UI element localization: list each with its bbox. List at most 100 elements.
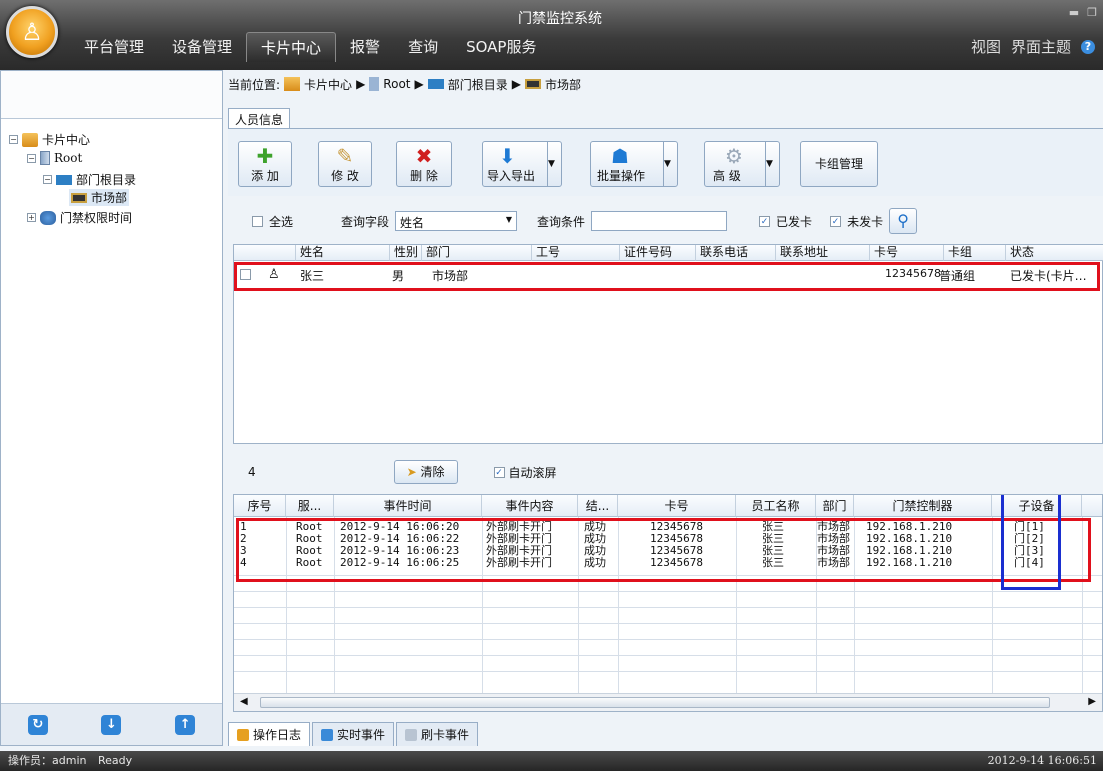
column-header-dept[interactable]: 部门: [816, 495, 854, 517]
query-field-value: 姓名: [400, 216, 425, 230]
collapse-icon[interactable]: −: [27, 153, 36, 163]
column-header-group[interactable]: 卡组: [944, 245, 1006, 261]
person-table: 姓名 性别 部门 工号 证件号码 联系电话 联系地址 卡号 卡组 状态 ♙ 张三…: [233, 244, 1103, 444]
import-label: 导入导出: [487, 169, 536, 183]
arrow-down-icon[interactable]: ↓: [101, 714, 122, 735]
app-logo[interactable]: ♙: [6, 6, 58, 58]
tree-label: 卡片中心: [42, 133, 91, 147]
restore-icon[interactable]: ❐: [1087, 6, 1097, 19]
column-header-card[interactable]: 卡号: [870, 245, 944, 261]
tab-swipe-events[interactable]: 刷卡事件: [396, 722, 479, 746]
tree-label: Root: [54, 151, 83, 165]
column-header-content[interactable]: 事件内容: [482, 495, 578, 517]
tab-label: 操作日志: [253, 727, 302, 742]
column-header-name[interactable]: 姓名: [296, 245, 390, 261]
not-issued-checkbox[interactable]: ✓: [830, 215, 842, 227]
advanced-button[interactable]: ⚙ 高 级 ▼: [704, 141, 780, 187]
card-group-button[interactable]: 卡组管理: [800, 141, 878, 187]
clear-button[interactable]: ➤ 清除: [393, 460, 458, 484]
tab-realtime-events[interactable]: 实时事件: [312, 722, 395, 746]
server-icon: [369, 77, 380, 91]
access-time-icon: [40, 210, 56, 225]
dropdown-arrow-icon[interactable]: ▼: [547, 142, 561, 186]
delete-button[interactable]: ✖ 删 除: [396, 141, 452, 187]
dropdown-arrow-icon[interactable]: ▼: [765, 142, 779, 186]
horizontal-scrollbar[interactable]: ◀ ▶: [234, 693, 1102, 711]
query-field-select[interactable]: 姓名 ▼: [395, 211, 518, 231]
import-export-button[interactable]: ⬇ 导入导出 ▼: [482, 141, 562, 187]
batch-label: 批量操作: [597, 169, 646, 183]
issued-checkbox[interactable]: ✓: [759, 215, 771, 227]
arrow-up-icon[interactable]: ↑: [175, 714, 196, 735]
tree-node-access-time[interactable]: + 门禁权限时间: [27, 209, 132, 226]
column-header-address[interactable]: 联系地址: [776, 245, 870, 261]
bottom-tabs: 操作日志 实时事件 刷卡事件: [228, 718, 479, 746]
auto-scroll-label: 自动滚屏: [508, 465, 557, 480]
menu-platform[interactable]: 平台管理: [70, 32, 158, 62]
add-label: 添 加: [251, 169, 279, 183]
tree-label: 市场部: [91, 191, 128, 205]
refresh-icon[interactable]: ↻: [27, 714, 48, 735]
help-icon[interactable]: ?: [1081, 39, 1095, 54]
folder-icon: [56, 174, 72, 185]
menu-soap[interactable]: SOAP服务: [452, 32, 550, 62]
grid-line: [234, 591, 1102, 592]
menu-view[interactable]: 视图: [971, 36, 1001, 57]
grid-line: [234, 623, 1102, 624]
right-menu: 视图 界面主题 ?: [971, 36, 1095, 57]
auto-scroll-checkbox[interactable]: ✓: [493, 466, 505, 478]
column-header-time[interactable]: 事件时间: [334, 495, 482, 517]
column-header-status[interactable]: 状态: [1006, 245, 1103, 261]
status-state: Ready: [98, 754, 133, 767]
dropdown-arrow-icon[interactable]: ▼: [663, 142, 677, 186]
column-header-dept[interactable]: 部门: [422, 245, 532, 261]
menu-card-center[interactable]: 卡片中心: [246, 32, 337, 62]
left-panel-buttons: ↻ ↓ ↑: [1, 703, 222, 745]
highlight-box-person: [234, 262, 1100, 291]
tree-node-dept-market[interactable]: 市场部: [69, 189, 130, 206]
menu-device[interactable]: 设备管理: [158, 32, 246, 62]
edit-label: 修 改: [331, 169, 359, 183]
add-button[interactable]: ✚ 添 加: [238, 141, 292, 187]
clear-label: 清除: [420, 465, 445, 479]
collapse-icon[interactable]: −: [43, 175, 52, 184]
expand-icon[interactable]: +: [27, 213, 36, 222]
column-header-phone[interactable]: 联系电话: [696, 245, 776, 261]
tree-node-card-center[interactable]: − 卡片中心: [9, 131, 90, 148]
column-header-no[interactable]: 序号: [234, 495, 286, 517]
scroll-left-icon[interactable]: ◀: [240, 696, 248, 707]
column-header-id-no[interactable]: 证件号码: [620, 245, 696, 261]
collapse-icon[interactable]: −: [9, 135, 18, 144]
status-datetime: 2012-9-14 16:06:51: [987, 754, 1097, 767]
scroll-right-icon[interactable]: ▶: [1088, 696, 1096, 707]
select-all-checkbox[interactable]: [252, 215, 263, 227]
tree-node-dept-root[interactable]: − 部门根目录: [43, 171, 136, 188]
scrollbar-thumb[interactable]: [260, 697, 1050, 708]
column-header-emp[interactable]: 员工名称: [736, 495, 816, 517]
column-header-gender[interactable]: 性别: [390, 245, 422, 261]
tree-node-root[interactable]: − Root: [27, 151, 82, 165]
tab-operation-log[interactable]: 操作日志: [228, 722, 311, 746]
breadcrumb-item[interactable]: Root: [383, 77, 410, 91]
menu-query[interactable]: 查询: [394, 32, 452, 62]
plus-icon: ✚: [256, 144, 274, 168]
batch-button[interactable]: ☗ 批量操作 ▼: [590, 141, 678, 187]
minimize-icon[interactable]: ▬: [1069, 6, 1079, 19]
column-header-server[interactable]: 服...: [286, 495, 334, 517]
column-header-controller[interactable]: 门禁控制器: [854, 495, 992, 517]
tree-label: 门禁权限时间: [60, 211, 133, 225]
breadcrumb-item[interactable]: 部门根目录: [448, 76, 508, 93]
menu-theme[interactable]: 界面主题: [1011, 36, 1071, 57]
breadcrumb-item[interactable]: 卡片中心: [304, 76, 352, 93]
broom-icon: ➤: [406, 465, 417, 479]
edit-button[interactable]: ✎ 修 改: [318, 141, 372, 187]
tab-person-info[interactable]: 人员信息: [228, 108, 291, 130]
menu-alarm[interactable]: 报警: [336, 32, 394, 62]
column-header-card[interactable]: 卡号: [618, 495, 736, 517]
breadcrumb-item[interactable]: 市场部: [545, 76, 581, 93]
column-header-result[interactable]: 结...: [578, 495, 618, 517]
search-icon: ⚲: [897, 211, 909, 230]
column-header-emp-no[interactable]: 工号: [532, 245, 620, 261]
search-button[interactable]: ⚲: [889, 208, 918, 234]
query-cond-input[interactable]: [591, 211, 728, 231]
